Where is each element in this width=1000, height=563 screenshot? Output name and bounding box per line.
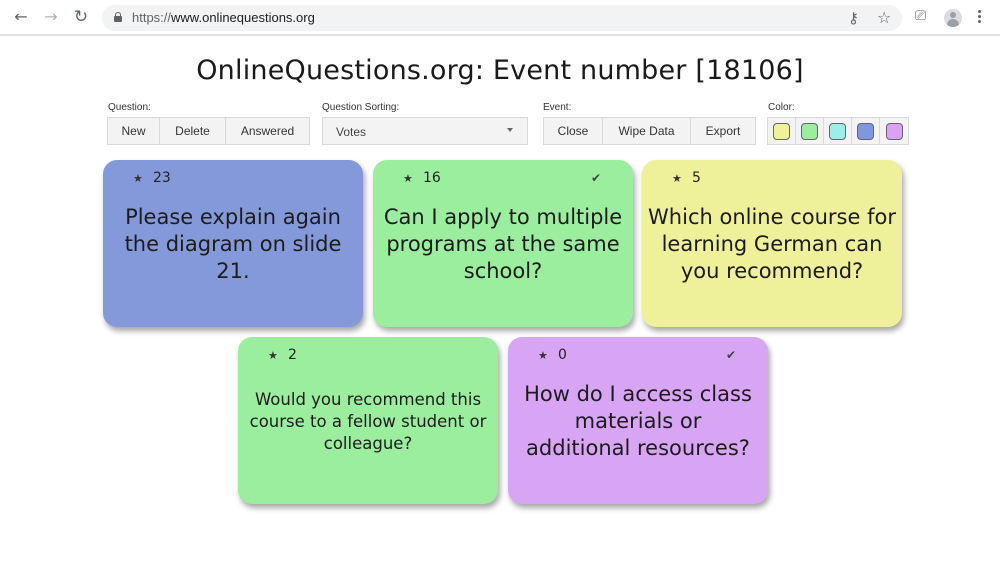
browser-toolbar: ← → ↻ https://www.onlinequestions.org ⚷ … [0, 0, 1000, 36]
page-title: OnlineQuestions.org: Event number [18106… [196, 55, 804, 86]
star-icon[interactable]: ★ [538, 349, 548, 362]
color-swatch-cyan[interactable] [824, 118, 852, 144]
question-text: Please explain again the diagram on slid… [124, 205, 342, 283]
answered-button[interactable]: Answered [226, 118, 309, 144]
swatch-yellow [773, 122, 790, 140]
sorting-label: Question Sorting: [322, 102, 400, 113]
event-group-label: Event: [543, 102, 572, 113]
question-card[interactable]: ★ 23 Please explain again the diagram on… [103, 160, 363, 327]
url-host: www.onlinequestions.org [171, 10, 315, 25]
color-swatch-purple[interactable] [880, 118, 908, 144]
color-swatch-yellow[interactable] [768, 118, 796, 144]
arrow-right-icon: → [44, 7, 58, 26]
delete-question-button[interactable]: Delete [160, 118, 226, 144]
arrow-left-icon: ← [14, 7, 28, 26]
profile-avatar-icon[interactable] [944, 9, 962, 27]
wipe-data-button[interactable]: Wipe Data [603, 118, 691, 144]
sorting-selected-value: Votes [336, 125, 367, 139]
star-icon[interactable]: ★ [403, 172, 413, 185]
question-text: Which online course for learning German … [648, 205, 896, 283]
question-text: How do I access class materials or addit… [524, 382, 752, 460]
question-card[interactable]: ★ 5 Which online course for learning Ger… [642, 160, 902, 327]
kebab-menu-icon[interactable] [978, 10, 982, 26]
question-text: Can I apply to multiple programs at the … [383, 205, 623, 283]
address-bar[interactable]: https://www.onlinequestions.org ⚷ ☆ [102, 5, 902, 31]
event-button-group: Close Wipe Data Export [543, 117, 756, 145]
answered-check-icon[interactable]: ✔ [591, 171, 601, 185]
color-group-label: Color: [768, 102, 795, 113]
vote-count: 5 [692, 170, 701, 186]
url-text[interactable]: https://www.onlinequestions.org [132, 10, 315, 25]
vote-count: 2 [288, 347, 297, 363]
vote-count: 0 [558, 347, 567, 363]
swatch-blue [857, 122, 874, 140]
bookmark-star-icon[interactable]: ☆ [877, 8, 891, 27]
answered-check-icon[interactable]: ✔ [726, 348, 736, 362]
new-question-button[interactable]: New [108, 118, 160, 144]
color-picker [767, 117, 909, 145]
question-card[interactable]: ★ 16 ✔ Can I apply to multiple programs … [373, 160, 633, 327]
cast-icon[interactable]: ⎚ [915, 8, 926, 24]
reload-icon: ↻ [73, 7, 89, 27]
url-scheme: https:// [132, 10, 172, 25]
color-swatch-green[interactable] [796, 118, 824, 144]
question-button-group: New Delete Answered [107, 117, 310, 145]
question-card[interactable]: ★ 0 ✔ How do I access class materials or… [508, 337, 768, 504]
forward-button[interactable]: → [41, 7, 61, 27]
sorting-select[interactable]: Votes [322, 117, 528, 145]
chevron-down-icon [507, 128, 513, 132]
vote-count: 23 [153, 170, 171, 186]
star-icon[interactable]: ★ [268, 349, 278, 362]
star-icon[interactable]: ★ [672, 172, 682, 185]
swatch-cyan [829, 122, 846, 140]
back-button[interactable]: ← [11, 7, 31, 27]
key-icon[interactable]: ⚷ [848, 9, 859, 27]
question-group-label: Question: [108, 102, 151, 113]
question-text: Would you recommend this course to a fel… [249, 390, 487, 453]
star-icon[interactable]: ★ [133, 172, 143, 185]
swatch-green [801, 122, 818, 140]
swatch-purple [885, 122, 903, 140]
vote-count: 16 [423, 170, 441, 186]
reload-button[interactable]: ↻ [71, 7, 91, 27]
question-card[interactable]: ★ 2 Would you recommend this course to a… [238, 337, 498, 504]
color-swatch-blue[interactable] [852, 118, 880, 144]
lock-icon [114, 12, 122, 22]
close-event-button[interactable]: Close [544, 118, 603, 144]
export-button[interactable]: Export [691, 118, 755, 144]
